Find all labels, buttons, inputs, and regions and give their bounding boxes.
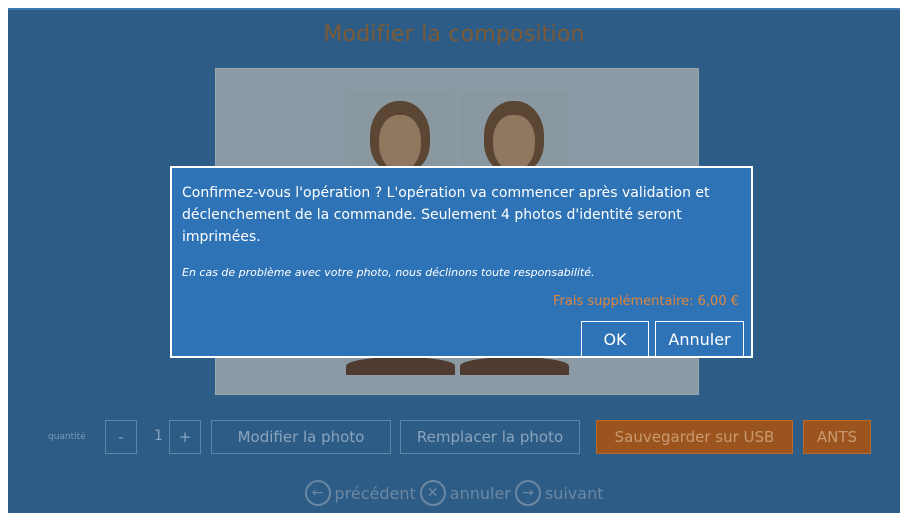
quantity-value: 1 <box>154 428 163 444</box>
save-usb-button[interactable]: Sauvegarder sur USB <box>596 420 793 454</box>
next-nav[interactable]: → suivant <box>514 480 604 506</box>
x-circle-icon: ✕ <box>419 480 446 506</box>
page-title: Modifier la composition <box>323 22 585 47</box>
bottom-toolbar: quantité - 1 + Modifier la photo Remplac… <box>8 420 900 454</box>
ok-button[interactable]: OK <box>581 321 649 357</box>
previous-label: précédent <box>334 483 416 503</box>
arrow-right-circle-icon: → <box>514 480 541 506</box>
arrow-left-circle-icon: ← <box>304 480 331 506</box>
dialog-message: Confirmez-vous l'opération ? L'opération… <box>182 185 710 245</box>
cancel-nav-label: annuler <box>449 483 511 503</box>
dialog-disclaimer: En cas de problème avec votre photo, nou… <box>182 266 595 279</box>
previous-nav[interactable]: ← précédent <box>304 480 416 506</box>
portrait-face <box>493 115 535 171</box>
navigation-bar: ← précédent ✕ annuler → suivant <box>8 478 900 508</box>
portrait-shoulders <box>460 357 569 375</box>
confirmation-dialog: Confirmez-vous l'opération ? L'opération… <box>170 166 753 358</box>
next-label: suivant <box>544 483 604 503</box>
edit-photo-button[interactable]: Modifier la photo <box>211 420 391 454</box>
quantity-label: quantité <box>48 432 86 442</box>
app-window: Modifier la composition quantité - 1 + M… <box>8 8 900 513</box>
additional-fee: Frais supplémentaire: 6,00 € <box>553 294 739 309</box>
ants-button[interactable]: ANTS <box>803 420 871 454</box>
quantity-decrement-button[interactable]: - <box>105 420 137 454</box>
quantity-increment-button[interactable]: + <box>169 420 201 454</box>
replace-photo-button[interactable]: Remplacer la photo <box>400 420 580 454</box>
portrait-face <box>379 115 421 171</box>
cancel-nav[interactable]: ✕ annuler <box>419 480 511 506</box>
cancel-button[interactable]: Annuler <box>655 321 744 357</box>
portrait-shoulders <box>346 357 455 375</box>
